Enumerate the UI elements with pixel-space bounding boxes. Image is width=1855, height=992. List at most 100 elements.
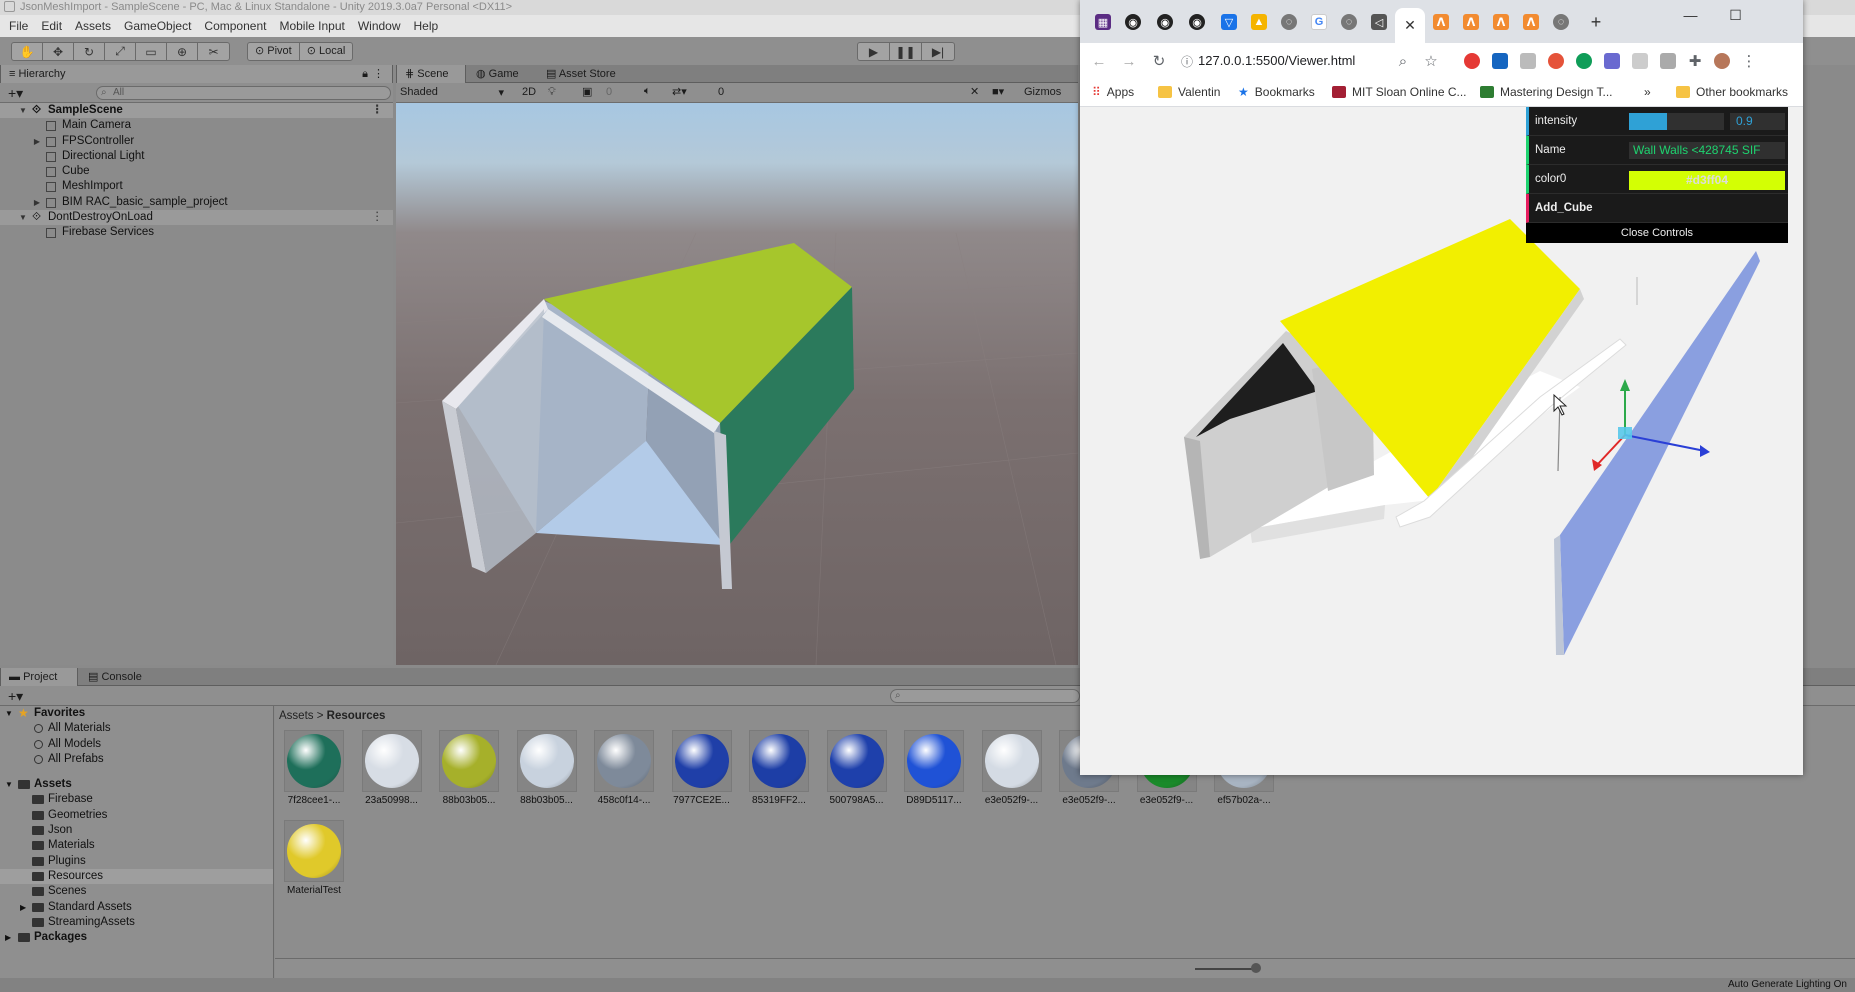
hierarchy-row[interactable]: ▶ FPSController: [0, 134, 393, 149]
extension-opera-icon[interactable]: [1464, 53, 1480, 69]
menu-gameobject[interactable]: GameObject: [124, 19, 191, 33]
tab-project[interactable]: ▬ Project: [0, 668, 78, 686]
minimize-button[interactable]: —: [1668, 0, 1713, 30]
menu-file[interactable]: File: [9, 19, 28, 33]
browser-tab[interactable]: G: [1308, 12, 1330, 32]
asset-material-tile[interactable]: e3e052f9-...: [977, 730, 1047, 807]
asset-material-tile[interactable]: 88b03b05...: [512, 730, 582, 807]
intensity-input[interactable]: 0.9: [1730, 113, 1785, 130]
browser-tab[interactable]: ◉: [1186, 12, 1208, 32]
forward-icon[interactable]: →: [1120, 52, 1138, 70]
extension-icon[interactable]: [1604, 53, 1620, 69]
browser-tab[interactable]: ᐱ: [1520, 12, 1542, 32]
asset-material-tile[interactable]: 23a50998...: [357, 730, 427, 807]
favorite-item[interactable]: All Materials: [0, 721, 273, 736]
lighting-icon[interactable]: 💡︎: [548, 86, 556, 99]
menu-dots-icon[interactable]: ⋮: [373, 65, 384, 83]
hierarchy-row[interactable]: ▶ BIM RAC_basic_sample_project: [0, 195, 393, 210]
hierarchy-row[interactable]: Directional Light: [0, 149, 393, 164]
tab-console[interactable]: ▤ Console: [80, 668, 150, 686]
folder-item[interactable]: Scenes: [0, 884, 273, 899]
transform-tool-icon[interactable]: ⊕: [167, 43, 198, 60]
browser-tab[interactable]: ▲: [1248, 12, 1270, 32]
extension-icon[interactable]: [1660, 53, 1676, 69]
intensity-slider[interactable]: [1629, 113, 1724, 130]
rect-tool-icon[interactable]: ▭: [136, 43, 167, 60]
packages-header[interactable]: ▶ Packages: [0, 930, 273, 945]
avatar[interactable]: [1714, 53, 1730, 69]
play-icon[interactable]: ▶: [858, 43, 890, 60]
reload-icon[interactable]: ↻: [1150, 52, 1168, 70]
expand-arrow-icon[interactable]: ▶: [32, 134, 42, 149]
expand-arrow-icon[interactable]: ▶: [32, 195, 42, 210]
pause-icon[interactable]: ❚❚: [890, 43, 922, 60]
gizmos-dropdown[interactable]: Gizmos: [1024, 86, 1061, 98]
bookmark-apps[interactable]: ⠿ Apps: [1092, 85, 1134, 99]
bookmark-item[interactable]: ★ Bookmarks: [1238, 85, 1315, 99]
browser-tab[interactable]: ᐱ: [1430, 12, 1452, 32]
hierarchy-row-scene[interactable]: ▼ ⟐ DontDestroyOnLoad ⋮: [0, 210, 393, 226]
browser-tab[interactable]: ᐱ: [1490, 12, 1512, 32]
chrome-menu-icon[interactable]: ⋮: [1740, 52, 1758, 70]
scale-tool-icon[interactable]: ⤢: [105, 43, 136, 60]
fx-icon[interactable]: ▣: [582, 85, 592, 98]
tools-icon[interactable]: ✕: [970, 85, 979, 98]
browser-tab[interactable]: ▽: [1218, 12, 1240, 32]
menu-mobile-input[interactable]: Mobile Input: [279, 19, 344, 33]
rotate-tool-icon[interactable]: ↻: [74, 43, 105, 60]
custom-tool-icon[interactable]: ✂: [198, 43, 229, 60]
expand-arrow-icon[interactable]: ▼: [5, 777, 13, 792]
effects-icon[interactable]: ⇄▾: [672, 85, 687, 98]
folder-item[interactable]: Json: [0, 823, 273, 838]
tab-game[interactable]: ◍ Game: [468, 65, 527, 83]
breadcrumb-assets[interactable]: Assets: [279, 710, 314, 722]
extension-icon[interactable]: [1548, 53, 1564, 69]
create-plus-icon[interactable]: +▾: [8, 85, 23, 102]
bookmark-other[interactable]: Other bookmarks: [1676, 85, 1788, 99]
asset-material-tile[interactable]: D89D5117...: [899, 730, 969, 807]
menu-window[interactable]: Window: [358, 19, 401, 33]
asset-material-tile[interactable]: 88b03b05...: [434, 730, 504, 807]
shading-mode-dropdown[interactable]: Shaded ▾: [400, 86, 508, 99]
zoom-icon[interactable]: ⌕: [1394, 52, 1412, 70]
lock-icon[interactable]: 🔒︎: [362, 65, 368, 83]
scene-viewport[interactable]: [396, 103, 1078, 665]
folder-item[interactable]: Plugins: [0, 854, 273, 869]
folder-item[interactable]: Materials: [0, 838, 273, 853]
tab-asset-store[interactable]: ▤ Asset Store: [538, 65, 624, 83]
hierarchy-row-scene[interactable]: ▼ ⟐ SampleScene ⋮: [0, 103, 393, 119]
bookmark-star-icon[interactable]: ☆: [1422, 52, 1440, 70]
asset-material-tile[interactable]: 458c0f14-...: [589, 730, 659, 807]
favorite-item[interactable]: All Models: [0, 737, 273, 752]
favorite-item[interactable]: All Prefabs: [0, 752, 273, 767]
expand-arrow-icon[interactable]: ▶: [20, 900, 26, 915]
bookmarks-overflow[interactable]: »: [1644, 85, 1651, 99]
browser-tab[interactable]: ᐱ: [1460, 12, 1482, 32]
add-cube-button[interactable]: Add_Cube: [1535, 202, 1593, 214]
asset-material-tile[interactable]: 500798A5...: [822, 730, 892, 807]
browser-tab[interactable]: ◌: [1278, 12, 1300, 32]
extensions-puzzle-icon[interactable]: ✚: [1686, 52, 1704, 70]
menu-assets[interactable]: Assets: [75, 19, 111, 33]
zoom-slider[interactable]: [1195, 968, 1253, 970]
menu-edit[interactable]: Edit: [41, 19, 62, 33]
assets-header[interactable]: ▼ Assets: [0, 777, 273, 792]
camera-icon[interactable]: ■▾: [992, 85, 1004, 98]
extension-icon[interactable]: [1576, 53, 1592, 69]
bookmark-item[interactable]: MIT Sloan Online C...: [1332, 85, 1467, 99]
name-input[interactable]: Wall Walls <428745 SIF: [1629, 142, 1785, 159]
close-tab-icon[interactable]: ✕: [1404, 17, 1416, 34]
gui-add-cube-row[interactable]: Add_Cube: [1526, 194, 1788, 223]
zoom-slider-handle[interactable]: [1251, 963, 1261, 973]
asset-material-tile[interactable]: 85319FF2...: [744, 730, 814, 807]
move-tool-icon[interactable]: ✥: [43, 43, 74, 60]
browser-tab-active[interactable]: ✕: [1395, 8, 1425, 43]
step-icon[interactable]: ▶|: [922, 43, 954, 60]
hierarchy-row[interactable]: Firebase Services: [0, 225, 393, 240]
webgl-viewer[interactable]: intensity 0.9 Name Wall Walls <428745 SI…: [1080, 107, 1803, 775]
back-icon[interactable]: ←: [1090, 52, 1108, 70]
bookmark-item[interactable]: Valentin: [1158, 85, 1220, 99]
project-search-input[interactable]: ⌕: [890, 689, 1080, 703]
folder-item[interactable]: Firebase: [0, 792, 273, 807]
menu-dots-icon[interactable]: ⋮: [372, 210, 384, 225]
